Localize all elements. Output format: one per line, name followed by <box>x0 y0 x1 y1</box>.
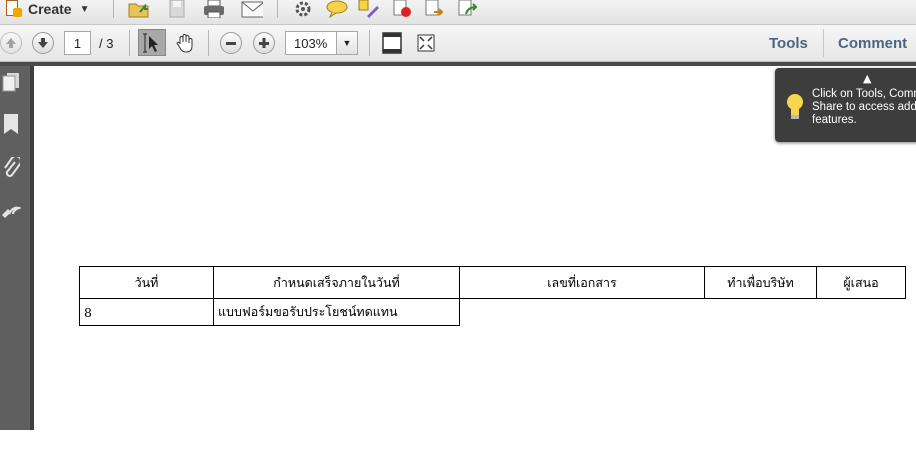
chevron-down-icon: ▼ <box>342 38 352 48</box>
toolbar-divider <box>277 0 278 18</box>
minus-icon <box>226 42 236 45</box>
tools-tab[interactable]: Tools <box>769 35 808 52</box>
bookmarks-icon[interactable] <box>0 112 22 136</box>
navigation-pane <box>0 66 30 430</box>
zoom-level-input[interactable]: 103% <box>285 31 337 55</box>
main-toolbar: Create ▼ <box>0 0 916 25</box>
table-row: 8 แบบฟอร์มขอรับประโยชน์ทดแทน <box>79 298 906 326</box>
tooltip-text: Click on Tools, Comme Share to access ad… <box>812 88 916 126</box>
table-cell-empty <box>460 299 705 326</box>
toolbar-divider <box>823 29 824 57</box>
zoom-out-button[interactable] <box>220 32 242 54</box>
share-icon[interactable] <box>457 0 479 18</box>
highlight-icon[interactable] <box>358 0 380 18</box>
arrow-up-icon <box>6 38 16 48</box>
page-number-input[interactable]: 1 <box>64 31 91 55</box>
toolbar-divider <box>369 30 370 56</box>
toolbar-divider <box>129 30 130 56</box>
attachments-icon[interactable] <box>0 156 22 180</box>
table-cell: 8 <box>79 298 214 326</box>
table-cell-empty <box>817 299 906 326</box>
hand-tool-button[interactable] <box>172 30 198 56</box>
settings-gear-icon[interactable] <box>292 0 314 18</box>
toolbar-divider <box>208 30 209 56</box>
column-header: เลขที่เอกสาร <box>459 266 705 299</box>
fit-page-icon <box>382 32 402 54</box>
create-pdf-icon <box>4 0 22 18</box>
page-bottom-margin <box>0 430 916 451</box>
page-thumbnails-icon[interactable] <box>0 70 22 94</box>
export-icon[interactable] <box>424 0 446 18</box>
open-folder-icon[interactable] <box>128 0 150 18</box>
table-header-row: วันที่ กำหนดเสร็จภายในวันที่ เลขที่เอกสา… <box>79 266 906 299</box>
fit-page-button[interactable] <box>380 30 404 56</box>
column-header: กำหนดเสร็จภายในวันที่ <box>213 266 460 299</box>
column-header: วันที่ <box>79 266 214 299</box>
table-cell-empty <box>705 299 817 326</box>
select-tool-button[interactable] <box>138 29 166 56</box>
chevron-up-icon[interactable]: ▲ <box>863 72 871 85</box>
print-icon[interactable] <box>203 0 225 18</box>
stamp-icon[interactable] <box>392 0 414 18</box>
create-button[interactable]: Create ▼ <box>4 0 90 18</box>
zoom-in-button[interactable] <box>253 32 275 54</box>
text-cursor-arrow-icon <box>143 33 158 52</box>
email-icon[interactable] <box>241 0 263 18</box>
create-label: Create <box>28 1 72 17</box>
table-cell: แบบฟอร์มขอรับประโยชน์ทดแทน <box>213 298 460 326</box>
expand-icon <box>417 34 435 52</box>
previous-page-button[interactable] <box>0 32 22 54</box>
column-header: ทำเพื่อบริษัท <box>704 266 817 299</box>
comment-icon[interactable] <box>326 0 348 18</box>
arrow-down-icon <box>38 38 48 48</box>
chevron-down-icon: ▼ <box>79 3 90 15</box>
full-screen-button[interactable] <box>414 30 438 56</box>
lightbulb-icon <box>787 94 803 119</box>
comment-tab[interactable]: Comment <box>838 35 907 52</box>
zoom-dropdown-button[interactable]: ▼ <box>336 31 358 55</box>
document-table: วันที่ กำหนดเสร็จภายในวันที่ เลขที่เอกสา… <box>79 266 906 326</box>
toolbar-divider <box>113 0 114 18</box>
next-page-button[interactable] <box>32 32 54 54</box>
plus-icon <box>259 38 269 48</box>
page-total: / 3 <box>99 36 114 51</box>
save-icon[interactable] <box>166 0 188 18</box>
column-header: ผู้เสนอ <box>816 266 906 299</box>
signatures-icon[interactable] <box>0 199 22 223</box>
hand-icon <box>176 34 193 53</box>
tools-tooltip: ▲ Click on Tools, Comme Share to access … <box>775 68 916 142</box>
